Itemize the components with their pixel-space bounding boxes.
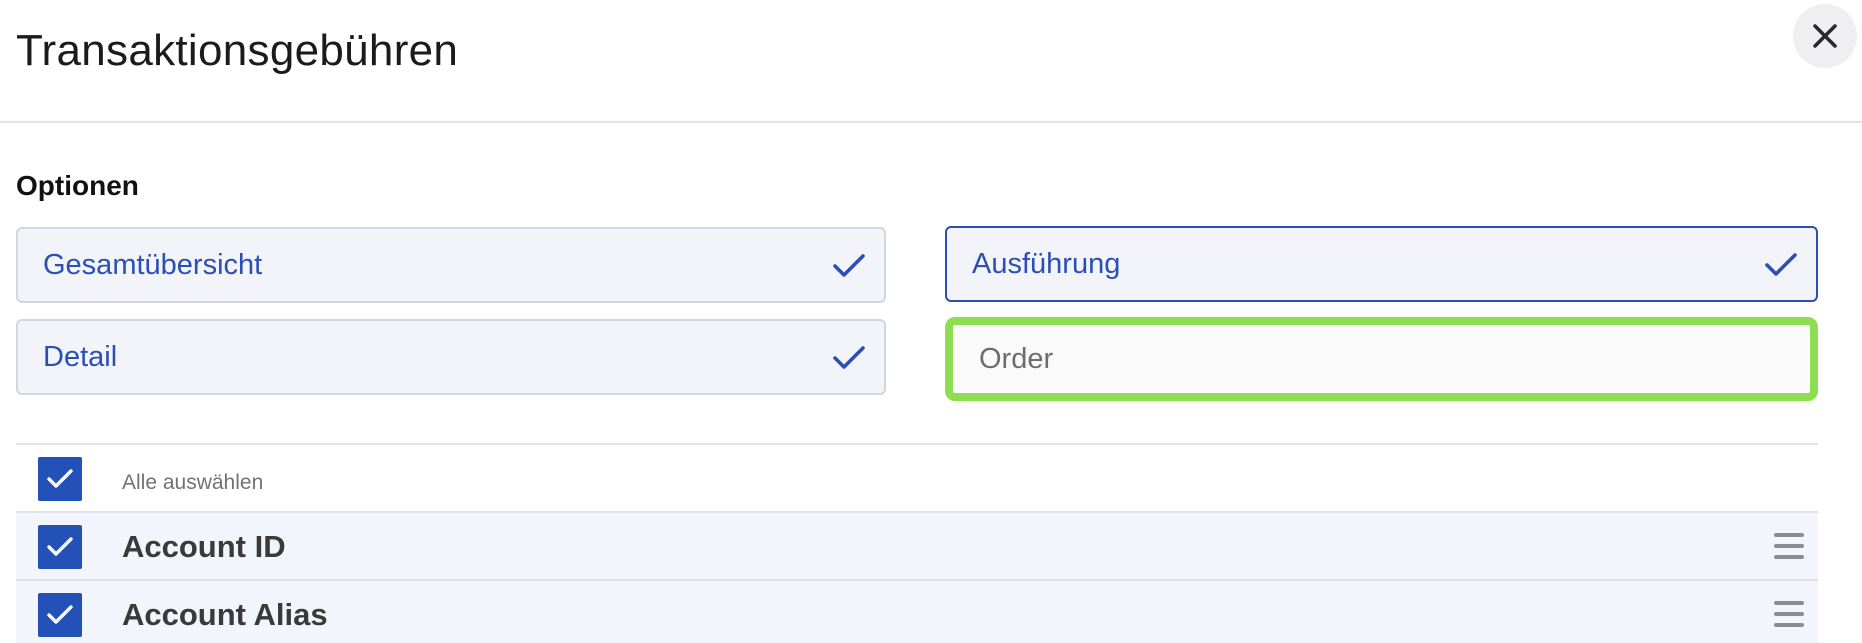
close-icon [1813, 24, 1837, 48]
option-label: Gesamtübersicht [43, 248, 263, 281]
check-icon [833, 254, 865, 277]
option-detail[interactable]: Detail [16, 319, 886, 395]
dialog-title: Transaktionsgebühren [16, 26, 459, 75]
select-all-row: Alle auswählen [16, 445, 1818, 513]
row-checkbox[interactable] [38, 593, 82, 637]
close-button[interactable] [1793, 4, 1857, 68]
options-section-label: Optionen [16, 170, 139, 201]
row-checkbox[interactable] [38, 525, 82, 569]
drag-handle-icon[interactable] [1774, 601, 1804, 627]
dialog-header: Transaktionsgebühren [0, 0, 1862, 123]
drag-handle-icon[interactable] [1774, 533, 1804, 559]
check-icon [47, 537, 73, 556]
check-icon [47, 605, 73, 624]
check-icon [833, 346, 865, 369]
check-icon [1765, 253, 1797, 276]
transaction-fees-dialog: Transaktionsgebühren Optionen Gesamtüber… [0, 0, 1862, 643]
option-label: Detail [43, 340, 118, 373]
option-gesamtuebersicht[interactable]: Gesamtübersicht [16, 227, 886, 303]
column-list: Alle auswählen Account ID Account Alias [16, 443, 1818, 643]
select-all-label: Alle auswählen [122, 471, 264, 494]
check-icon [47, 469, 73, 488]
order-input[interactable] [945, 317, 1818, 401]
list-item-label: Account ID [122, 529, 286, 564]
option-label: Ausführung [972, 247, 1121, 280]
select-all-checkbox[interactable] [38, 457, 82, 501]
list-item: Account ID [16, 513, 1818, 581]
list-item: Account Alias [16, 581, 1818, 643]
list-item-label: Account Alias [122, 597, 328, 632]
option-ausfuehrung[interactable]: Ausführung [945, 226, 1818, 302]
